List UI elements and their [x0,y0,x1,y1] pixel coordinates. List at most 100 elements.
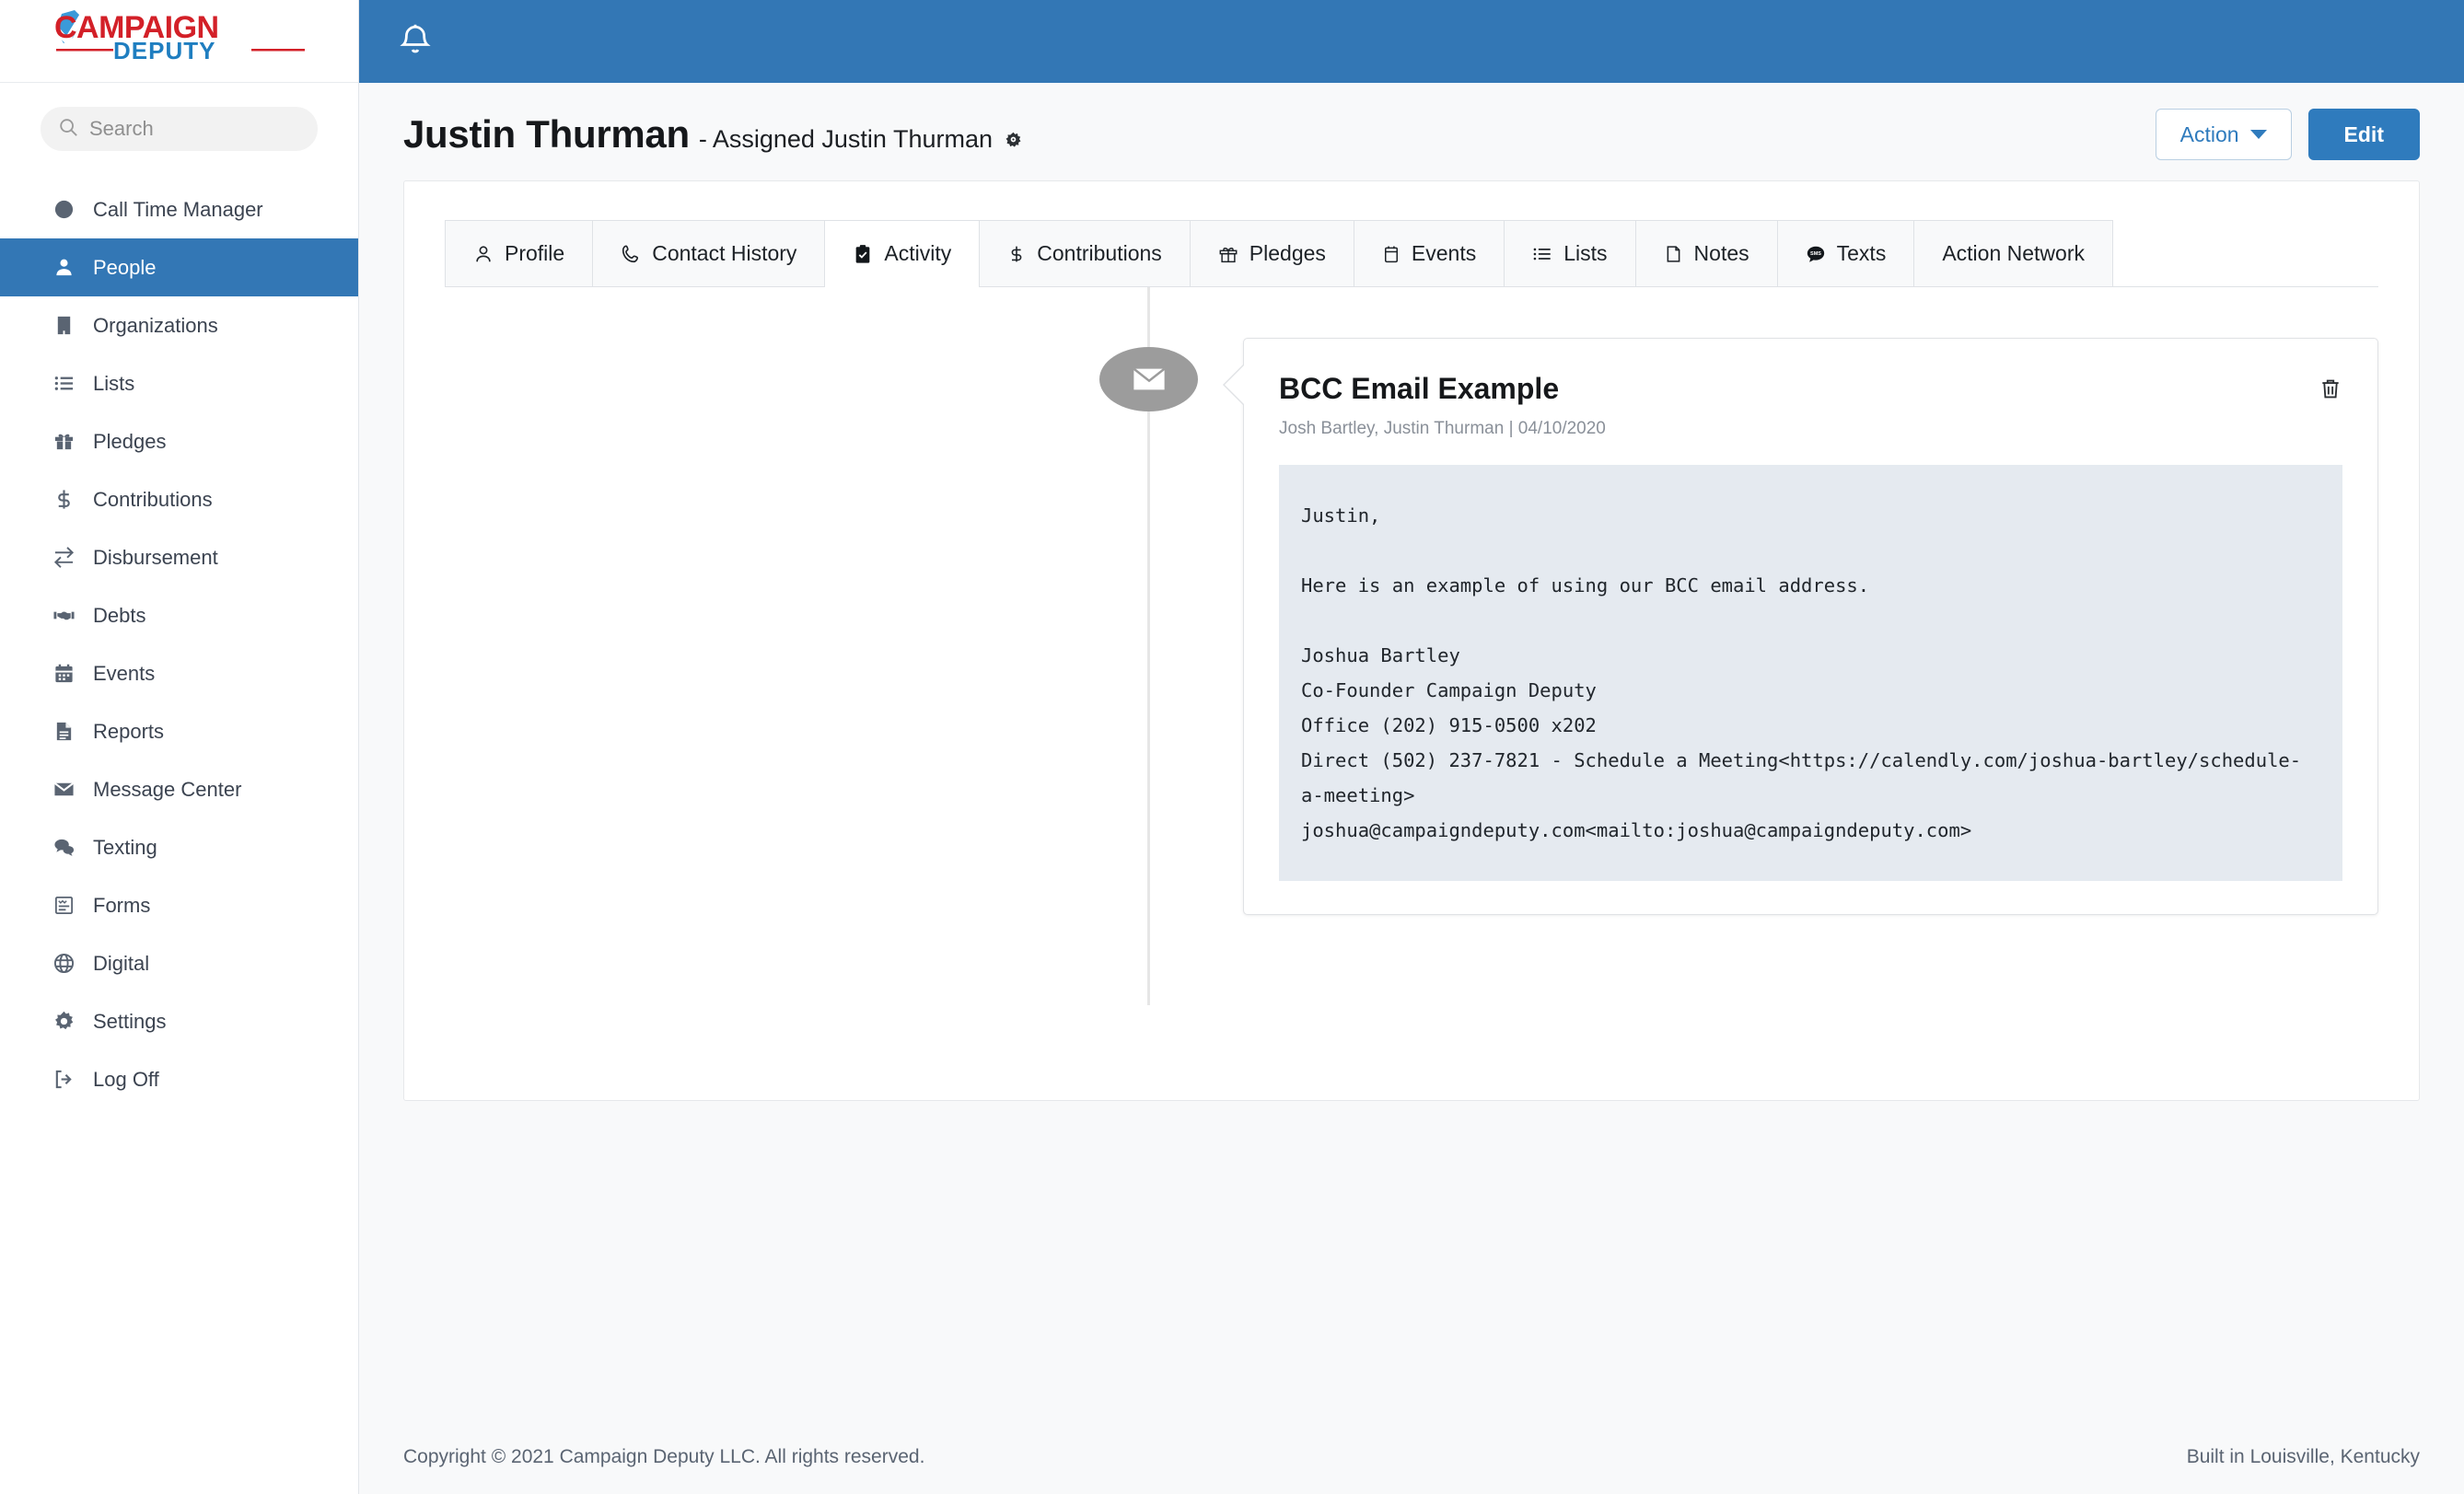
sidebar-item-label: Pledges [93,429,167,453]
tab-label: Pledges [1249,241,1326,265]
footer: Copyright © 2021 Campaign Deputy LLC. Al… [359,1420,2464,1494]
search-box[interactable] [41,107,318,151]
tab-label: Lists [1563,241,1608,265]
tab-pledges[interactable]: Pledges [1190,220,1354,286]
dollar-icon [1007,244,1026,264]
sidebar-item-contributions[interactable]: Contributions [0,470,358,528]
sidebar-item-label: Digital [93,951,150,975]
calendar-outline-icon [1382,244,1401,264]
sidebar-item-label: Settings [93,1009,167,1033]
svg-text:SMS: SMS [1810,250,1821,256]
chevron-down-icon [2249,130,2267,139]
sidebar: CAMPAIGN DEPUTY Call Tim [0,0,359,1494]
sidebar-item-log-off[interactable]: Log Off [0,1050,358,1108]
sidebar-item-disbursement[interactable]: Disbursement [0,528,358,586]
sidebar-item-forms[interactable]: Forms [0,876,358,934]
tab-label: Texts [1836,241,1887,265]
sidebar-item-label: Reports [93,719,165,743]
sign-out-icon [52,1069,76,1090]
sidebar-item-organizations[interactable]: Organizations [0,296,358,354]
tab-texts[interactable]: SMS Texts [1777,220,1915,286]
user-icon [52,257,76,278]
activity-timeline: BCC Email Example Josh Bartley, Justin T… [445,287,2378,1005]
activity-card-header: BCC Email Example Josh Bartley, Justin T… [1279,372,2342,439]
sidebar-item-reports[interactable]: Reports [0,702,358,760]
exchange-icon [52,547,76,568]
envelope-icon [1099,347,1198,411]
gear-small-icon[interactable] [1005,132,1021,147]
footer-built: Built in Louisville, Kentucky [2186,1446,2420,1467]
tab-label: Action Network [1942,241,2085,265]
sidebar-item-debts[interactable]: Debts [0,586,358,644]
content-wrapper: Profile Contact History Activity Contrib… [359,180,2464,1101]
tab-activity[interactable]: Activity [825,220,981,287]
sidebar-item-texting[interactable]: Texting [0,818,358,876]
sidebar-item-label: People [93,255,157,279]
sidebar-item-people[interactable]: People [0,238,358,296]
tab-bar: Profile Contact History Activity Contrib… [445,220,2378,287]
sidebar-item-events[interactable]: Events [0,644,358,702]
sidebar-item-digital[interactable]: Digital [0,934,358,992]
action-button-label: Action [2179,122,2239,146]
tab-contributions[interactable]: Contributions [980,220,1191,286]
sidebar-item-label: Debts [93,603,146,627]
dollar-icon [52,489,76,510]
page-title: Justin Thurman [403,112,690,156]
tab-events[interactable]: Events [1354,220,1505,286]
clipboard-list-icon [52,895,76,916]
app-root: CAMPAIGN DEPUTY Call Tim [0,0,2464,1494]
sidebar-item-label: Texting [93,835,157,859]
tab-notes[interactable]: Notes [1635,220,1778,286]
search-input[interactable] [89,117,300,141]
file-text-icon [52,721,76,742]
envelope-icon [52,779,76,800]
sidebar-item-pledges[interactable]: Pledges [0,412,358,470]
tab-contact-history[interactable]: Contact History [593,220,826,286]
clock-icon [52,199,76,220]
phone-icon [621,244,641,264]
sidebar-item-label: Log Off [93,1067,159,1091]
sidebar-item-label: Contributions [93,487,213,511]
tab-profile[interactable]: Profile [445,220,594,286]
user-outline-icon [473,244,494,264]
sidebar-item-lists[interactable]: Lists [0,354,358,412]
bell-icon[interactable] [396,22,435,61]
tab-lists[interactable]: Lists [1505,220,1636,286]
gear-icon [52,1011,76,1032]
gift-icon [52,431,76,452]
sidebar-nav: Call Time Manager People Organizations L… [0,180,358,1108]
sidebar-item-label: Message Center [93,777,242,801]
sidebar-item-label: Disbursement [93,545,218,569]
search-container [0,83,358,168]
svg-text:DEPUTY: DEPUTY [113,37,215,64]
timeline-row: BCC Email Example Josh Bartley, Justin T… [445,338,2378,915]
sidebar-item-settings[interactable]: Settings [0,992,358,1050]
clipboard-check-icon [853,244,873,264]
list-icon [52,373,76,394]
content-panel: Profile Contact History Activity Contrib… [403,180,2420,1101]
page-title-row: Justin Thurman - Assigned Justin Thurman [403,112,1021,156]
tab-label: Profile [505,241,565,265]
campaign-deputy-logo-icon: CAMPAIGN DEPUTY [53,9,305,64]
trash-icon[interactable] [2319,376,2342,406]
sidebar-item-label: Events [93,661,156,685]
brand-logo[interactable]: CAMPAIGN DEPUTY [0,0,358,83]
edit-button[interactable]: Edit [2307,109,2420,160]
action-button[interactable]: Action [2155,109,2292,160]
tab-label: Contact History [652,241,797,265]
tab-label: Contributions [1037,241,1162,265]
search-icon [58,117,78,142]
sidebar-item-message-center[interactable]: Message Center [0,760,358,818]
note-icon [1664,244,1683,264]
list-icon [1532,244,1552,264]
edit-button-label: Edit [2343,122,2384,146]
handshake-icon [52,605,76,626]
main-column: Justin Thurman - Assigned Justin Thurman… [359,0,2464,1494]
tab-action-network[interactable]: Action Network [1914,220,2113,286]
tab-label: Activity [884,241,952,265]
activity-meta: Josh Bartley, Justin Thurman | 04/10/202… [1279,419,1606,438]
sidebar-item-call-time-manager[interactable]: Call Time Manager [0,180,358,238]
gift-icon [1218,244,1238,264]
comments-icon [52,837,76,858]
building-icon [52,315,76,336]
